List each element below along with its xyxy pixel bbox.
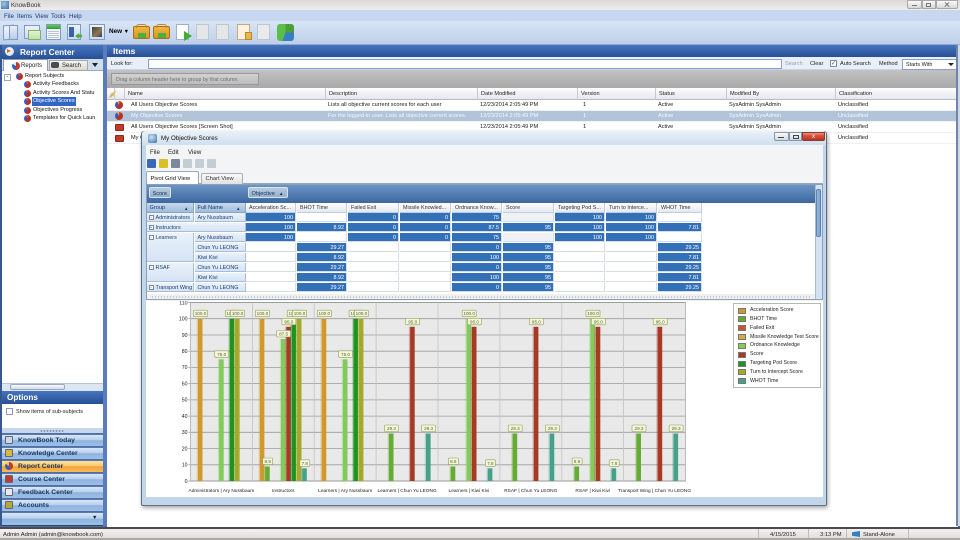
svg-text:95.0: 95.0 xyxy=(408,319,417,324)
svg-text:95.0: 95.0 xyxy=(284,319,293,324)
svg-text:30: 30 xyxy=(181,430,187,436)
svg-text:100.0: 100.0 xyxy=(318,311,330,316)
svg-text:95.0: 95.0 xyxy=(531,319,540,324)
svg-text:100.0: 100.0 xyxy=(355,311,367,316)
svg-text:95.0: 95.0 xyxy=(470,319,479,324)
svg-text:90: 90 xyxy=(181,333,187,339)
svg-text:70: 70 xyxy=(181,365,187,371)
svg-text:110: 110 xyxy=(179,301,187,306)
svg-text:50: 50 xyxy=(181,398,187,404)
svg-text:29.3: 29.3 xyxy=(424,426,433,431)
svg-text:Learners | Ary Nussbaum: Learners | Ary Nussbaum xyxy=(318,488,372,494)
svg-text:8.9: 8.9 xyxy=(264,459,271,464)
svg-text:75.0: 75.0 xyxy=(217,352,226,357)
svg-text:RSAF | Chun Yu LEONG: RSAF | Chun Yu LEONG xyxy=(504,488,557,494)
svg-text:Administrators | Ary Nussbaum: Administrators | Ary Nussbaum xyxy=(188,488,254,494)
svg-text:8.9: 8.9 xyxy=(450,459,457,464)
svg-text:100.0: 100.0 xyxy=(194,311,206,316)
svg-text:100.0: 100.0 xyxy=(231,311,243,316)
svg-text:0: 0 xyxy=(184,479,187,485)
svg-text:Transport Wing | Chun Yu LEONG: Transport Wing | Chun Yu LEONG xyxy=(618,488,691,494)
svg-text:60: 60 xyxy=(181,381,187,387)
svg-text:100: 100 xyxy=(178,317,187,323)
svg-text:Instructors: Instructors xyxy=(272,488,295,494)
svg-text:Learners | Chun Yu LEONG: Learners | Chun Yu LEONG xyxy=(377,488,437,494)
svg-text:29.3: 29.3 xyxy=(671,426,680,431)
svg-text:100.0: 100.0 xyxy=(293,311,305,316)
svg-text:80: 80 xyxy=(181,349,187,355)
svg-text:87.5: 87.5 xyxy=(279,332,288,337)
svg-text:100.0: 100.0 xyxy=(587,311,599,316)
svg-text:75.0: 75.0 xyxy=(341,352,350,357)
svg-text:Learners | Kiwi Kivi: Learners | Kiwi Kivi xyxy=(448,488,489,494)
svg-text:29.3: 29.3 xyxy=(634,426,643,431)
svg-text:8.9: 8.9 xyxy=(573,459,580,464)
svg-text:29.3: 29.3 xyxy=(547,426,556,431)
svg-text:95.0: 95.0 xyxy=(655,319,664,324)
svg-text:100.0: 100.0 xyxy=(256,311,268,316)
svg-text:7.8: 7.8 xyxy=(611,461,618,466)
svg-text:RSAF | Kiwi Kivi: RSAF | Kiwi Kivi xyxy=(575,488,610,494)
svg-text:100.0: 100.0 xyxy=(463,311,475,316)
svg-text:40: 40 xyxy=(181,414,187,420)
svg-text:7.8: 7.8 xyxy=(487,461,494,466)
svg-text:95.0: 95.0 xyxy=(593,319,602,324)
svg-text:29.3: 29.3 xyxy=(387,426,396,431)
svg-text:7.8: 7.8 xyxy=(301,461,308,466)
svg-text:20: 20 xyxy=(181,446,187,452)
svg-text:29.3: 29.3 xyxy=(510,426,519,431)
svg-text:10: 10 xyxy=(181,463,187,469)
